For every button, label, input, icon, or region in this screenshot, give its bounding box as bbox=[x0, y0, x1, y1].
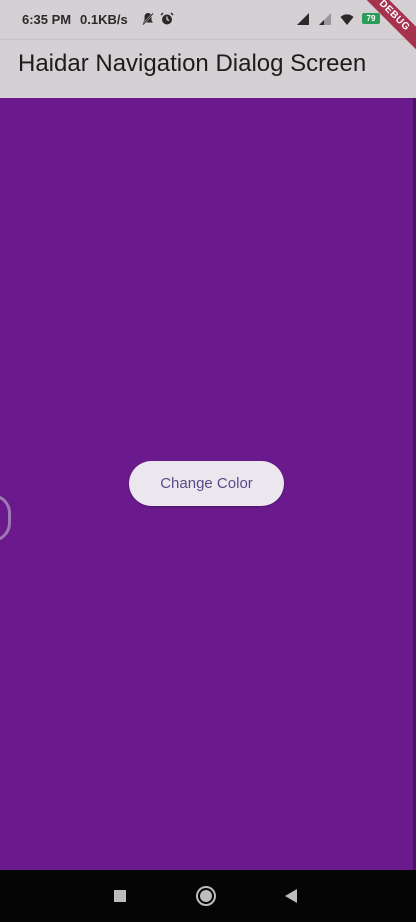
recents-button[interactable] bbox=[109, 885, 131, 907]
mute-icon bbox=[141, 12, 155, 26]
home-button[interactable] bbox=[195, 885, 217, 907]
alarm-icon bbox=[160, 12, 174, 26]
wifi-icon bbox=[340, 12, 354, 26]
signal-icon bbox=[296, 12, 310, 26]
signal-weak-icon bbox=[318, 12, 332, 26]
change-color-button[interactable]: Change Color bbox=[129, 461, 284, 506]
square-icon bbox=[114, 890, 126, 902]
status-time: 6:35 PM bbox=[22, 12, 72, 27]
page-title: Haidar Navigation Dialog Screen bbox=[18, 50, 367, 77]
battery-icon: 79 bbox=[362, 13, 380, 24]
circle-icon bbox=[196, 886, 216, 906]
system-navigation-bar bbox=[0, 870, 416, 922]
back-gesture-indicator bbox=[0, 494, 11, 542]
back-button[interactable] bbox=[280, 885, 302, 907]
triangle-back-icon bbox=[285, 889, 297, 903]
network-speed: 0.1KB/s bbox=[80, 12, 128, 27]
app-bar: Haidar Navigation Dialog Screen bbox=[0, 40, 416, 98]
main-content: Change Color bbox=[0, 98, 416, 870]
status-bar: 6:35 PM 0.1KB/s 79 bbox=[0, 0, 416, 40]
